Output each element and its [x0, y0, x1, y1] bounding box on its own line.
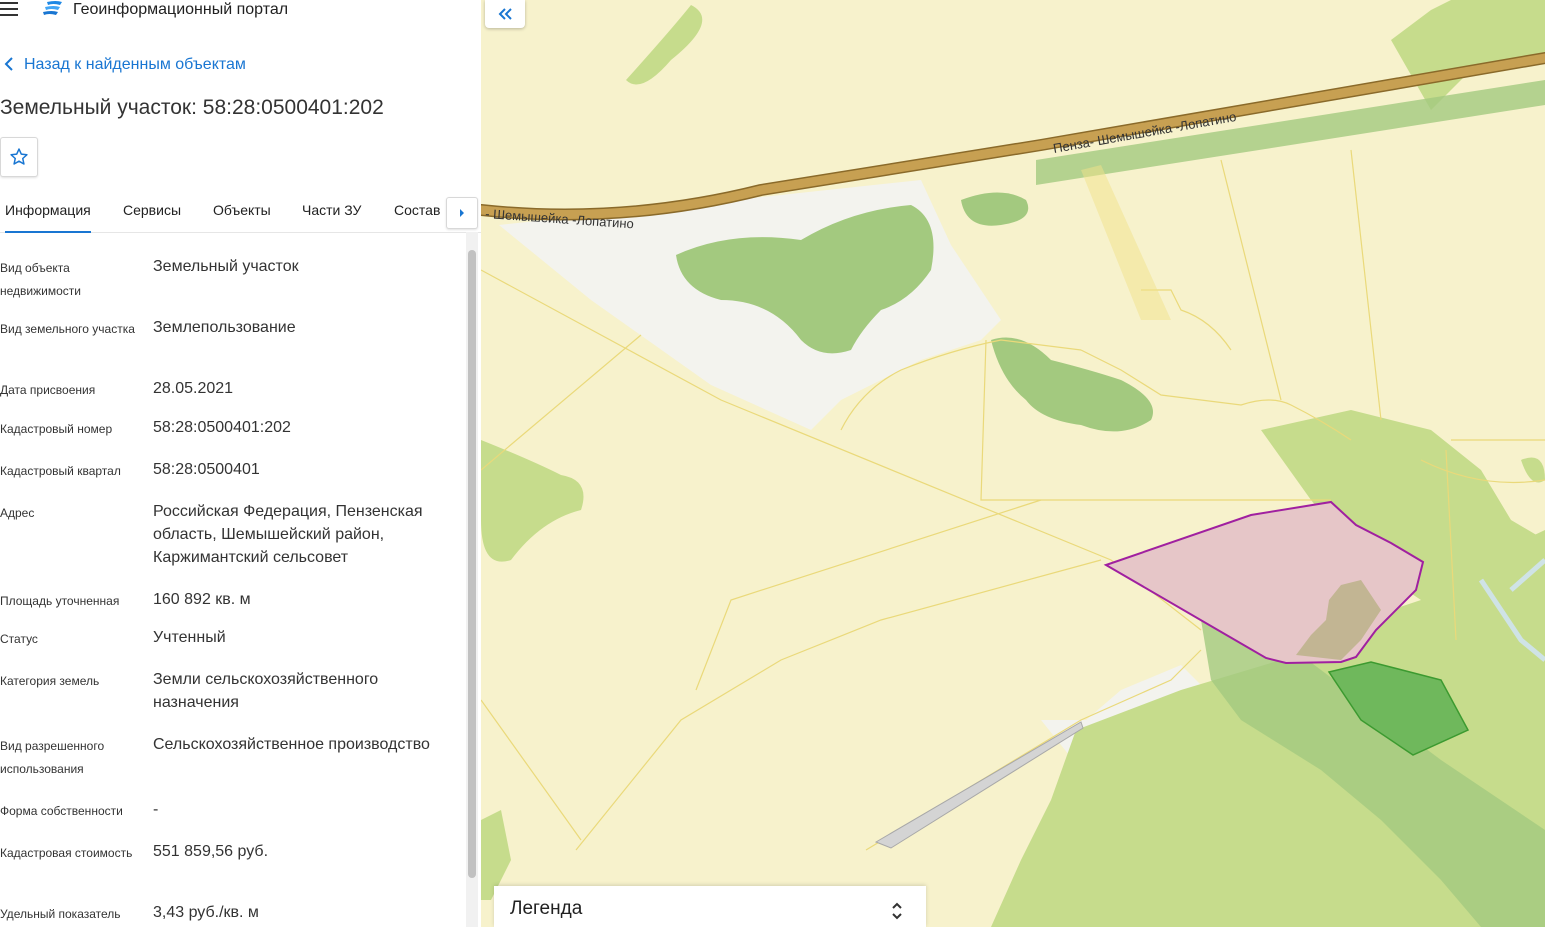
info-value: Российская Федерация, Пензенская область…	[153, 503, 423, 566]
double-chevron-left-icon	[498, 8, 512, 20]
info-label: Кадастровый номер	[0, 422, 113, 436]
expand-collapse-icon[interactable]	[890, 900, 904, 922]
tab-information[interactable]: Информация	[5, 195, 91, 233]
info-label: Форма собственности	[0, 804, 123, 818]
portal-logo-icon	[43, 1, 62, 15]
page-title: Земельный участок: 58:28:0500401:202	[0, 96, 384, 119]
legend-panel[interactable]: Легенда	[494, 886, 926, 927]
info-value: 551 859,56 руб.	[153, 843, 269, 860]
tab-parcel-parts[interactable]: Части ЗУ	[302, 195, 361, 231]
info-value: Учтенный	[153, 629, 226, 646]
caret-right-icon	[460, 209, 464, 217]
info-label: Вид объекта недвижимости	[0, 261, 81, 298]
back-to-results-link[interactable]: Назад к найденным объектам	[4, 55, 246, 75]
info-panel: Геоинформационный портал Назад к найденн…	[0, 0, 481, 927]
back-link-label: Назад к найденным объектам	[24, 56, 246, 73]
legend-title: Легенда	[510, 898, 583, 919]
info-value: Земельный участок	[153, 258, 299, 275]
info-value: 58:28:0500401:202	[153, 419, 291, 436]
info-label: Площадь уточненная	[0, 594, 120, 608]
info-value: Сельскохозяйственное производство	[153, 736, 430, 753]
info-label: Категория земель	[0, 674, 100, 688]
map-view[interactable]: Пенза- Шемышейка -Лопатино - Шемышейка -…	[481, 0, 1545, 927]
tab-objects[interactable]: Объекты	[213, 195, 271, 231]
collapse-panel-button[interactable]	[485, 0, 525, 28]
info-label: Вид земельного участка	[0, 322, 135, 336]
info-label: Дата присвоения	[0, 383, 96, 397]
info-label: Удельный показатель	[0, 907, 121, 921]
tab-composition[interactable]: Состав	[394, 195, 440, 231]
star-icon	[10, 148, 28, 165]
info-value: 160 892 кв. м	[153, 591, 251, 608]
scrollbar-thumb[interactable]	[468, 250, 476, 878]
info-label: Адрес	[0, 506, 35, 520]
info-label: Кадастровый квартал	[0, 464, 121, 478]
info-value: 28.05.2021	[153, 380, 234, 397]
info-value: 3,43 руб./кв. м	[153, 904, 259, 921]
info-value: Землепользование	[153, 319, 296, 336]
info-value: 58:28:0500401	[153, 461, 260, 478]
info-value: -	[153, 801, 159, 818]
map-canvas[interactable]: Пенза- Шемышейка -Лопатино - Шемышейка -…	[481, 0, 1545, 927]
info-label: Статус	[0, 632, 38, 646]
chevron-left-icon	[4, 57, 13, 71]
info-label: Вид разрешенного использования	[0, 739, 105, 776]
tabs-scroll-right-button[interactable]	[446, 197, 478, 229]
app-title: Геоинформационный портал	[73, 1, 289, 18]
tab-services[interactable]: Сервисы	[123, 195, 181, 231]
info-value: Земли сельскохозяйственного назначения	[153, 671, 379, 711]
menu-icon[interactable]	[0, 2, 18, 16]
tab-bar: Информация Сервисы Объекты Части ЗУ Сост…	[0, 195, 481, 233]
favorite-button[interactable]	[0, 137, 38, 177]
info-label: Кадастровая стоимость	[0, 846, 133, 860]
